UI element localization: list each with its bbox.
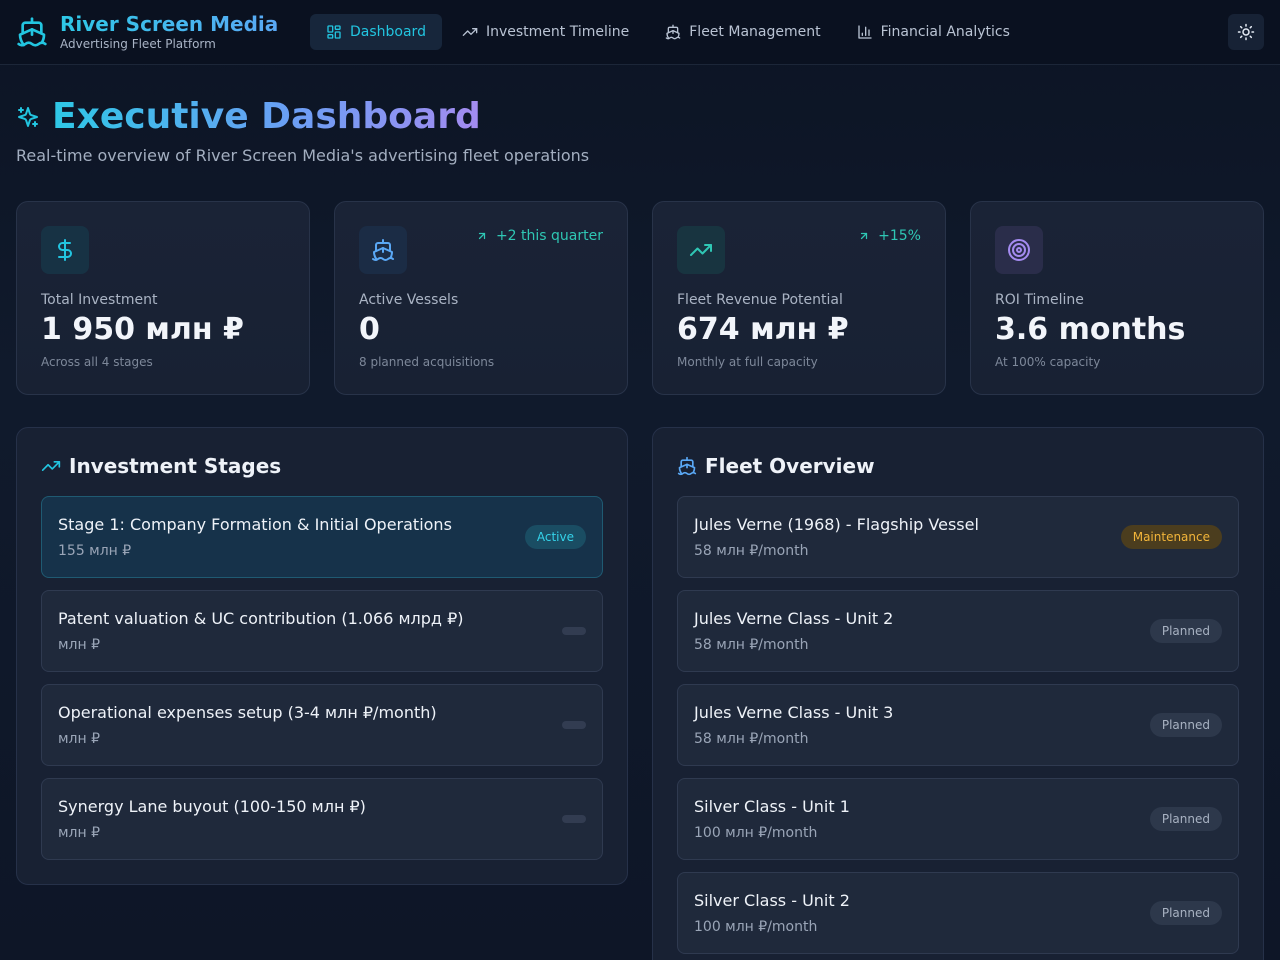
stat-value: 3.6 months [995,312,1186,347]
status-badge: Planned [1149,807,1222,831]
stage-amount: млн ₽ [58,731,101,747]
stage-row[interactable]: Operational expenses setup (3-4 млн ₽/mo… [41,684,603,766]
stage-row[interactable]: Stage 1: Company Formation & Initial Ope… [41,496,603,578]
arrow-up-right-icon [478,232,486,240]
vessel-revenue: 100 млн ₽/month [694,825,818,841]
stat-value: 0 [359,312,380,347]
vessel-row[interactable]: Silver Class - Unit 2 100 млн ₽/month Pl… [677,872,1239,954]
vessel-name: Silver Class - Unit 2 [694,891,850,910]
bar-chart-icon [857,25,872,39]
panel-title-text: Investment Stages [69,454,282,478]
stat-label: Active Vessels [359,292,459,308]
vessel-row[interactable]: Jules Verne Class - Unit 2 58 млн ₽/mont… [677,590,1239,672]
vessel-row[interactable]: Silver Class - Unit 1 100 млн ₽/month Pl… [677,778,1239,860]
status-badge [562,721,586,729]
panel-title: Investment Stages [41,454,281,478]
stage-amount: млн ₽ [58,825,101,841]
stat-trend: +2 this quarter [476,228,603,244]
trending-up-icon [677,226,725,274]
stat-label: ROI Timeline [995,292,1084,308]
nav-label: Financial Analytics [880,24,1010,40]
stat-value: 674 млн ₽ [677,312,849,347]
theme-toggle-button[interactable] [1228,14,1264,50]
nav-label: Investment Timeline [485,24,630,40]
page-header: Executive Dashboard Real-time overview o… [16,96,589,165]
layout-grid-icon [327,25,341,39]
stat-label: Fleet Revenue Potential [677,292,843,308]
ship-icon [16,15,48,49]
top-navigation-bar: River Screen Media Advertising Fleet Pla… [0,0,1280,65]
vessel-row[interactable]: Jules Verne Class - Unit 3 58 млн ₽/mont… [677,684,1239,766]
arrow-up-right-icon [861,232,868,240]
page-title: Executive Dashboard [52,96,481,137]
vessel-revenue: 100 млн ₽/month [694,919,818,935]
stat-note: Across all 4 stages [41,355,153,369]
brand-subtitle: Advertising Fleet Platform [60,37,216,51]
status-badge: Planned [1149,619,1222,643]
stat-trend: +15% [858,228,921,244]
nav-financial-analytics[interactable]: Financial Analytics [841,14,1026,50]
status-badge: Maintenance [1120,525,1222,549]
trending-up-icon [41,461,61,471]
status-badge: Planned [1149,901,1222,925]
stat-card-revenue-potential: +15% Fleet Revenue Potential 674 млн ₽ M… [652,201,946,395]
stat-note: Monthly at full capacity [677,355,818,369]
stat-card-active-vessels: +2 this quarter Active Vessels 0 8 plann… [334,201,628,395]
investment-stages-panel: Investment Stages Stage 1: Company Forma… [16,427,628,885]
stat-trend-text: +15% [878,228,921,244]
status-badge [562,815,586,823]
nav-label: Fleet Management [689,24,821,40]
dollar-icon [41,226,89,274]
trending-up-icon [462,27,478,36]
stat-trend-text: +2 this quarter [495,228,603,244]
stat-note: 8 planned acquisitions [359,355,495,369]
stage-amount: 155 млн ₽ [58,543,132,559]
stage-row[interactable]: Synergy Lane buyout (100-150 млн ₽) млн … [41,778,603,860]
target-icon [995,226,1043,274]
nav-dashboard[interactable]: Dashboard [310,14,442,50]
nav-label: Dashboard [350,24,426,40]
sparkles-icon [18,107,38,127]
page-subtitle: Real-time overview of River Screen Media… [16,146,590,165]
vessel-name: Silver Class - Unit 1 [694,797,850,816]
sun-icon [1237,23,1255,41]
vessel-revenue: 58 млн ₽/month [694,731,809,747]
stage-title: Patent valuation & UC contribution (1.06… [58,609,464,628]
vessel-revenue: 58 млн ₽/month [694,637,809,653]
ship-icon [665,24,681,40]
vessel-name: Jules Verne Class - Unit 3 [694,703,894,722]
stat-label: Total Investment [41,292,158,308]
status-badge [562,627,586,635]
nav-investment-timeline[interactable]: Investment Timeline [446,14,645,50]
panel-title-text: Fleet Overview [705,454,875,478]
stage-row[interactable]: Patent valuation & UC contribution (1.06… [41,590,603,672]
vessel-row[interactable]: Jules Verne (1968) - Flagship Vessel 58 … [677,496,1239,578]
vessel-name: Jules Verne (1968) - Flagship Vessel [694,515,979,534]
stat-card-total-investment: Total Investment 1 950 млн ₽ Across all … [16,201,310,395]
ship-icon [677,456,697,476]
status-badge: Active [524,525,586,549]
main-nav: Dashboard Investment Timeline Fleet Mana… [310,14,1030,50]
status-badge: Planned [1149,713,1222,737]
stat-note: At 100% capacity [995,355,1101,369]
ship-icon [359,226,407,274]
stage-title: Operational expenses setup (3-4 млн ₽/mo… [58,703,437,722]
brand[interactable]: River Screen Media Advertising Fleet Pla… [16,12,278,51]
stage-amount: млн ₽ [58,637,101,653]
brand-title: River Screen Media [60,12,279,36]
vessel-revenue: 58 млн ₽/month [694,543,809,559]
stat-card-roi-timeline: ROI Timeline 3.6 months At 100% capacity [970,201,1264,395]
fleet-overview-panel: Fleet Overview Jules Verne (1968) - Flag… [652,427,1264,960]
vessel-name: Jules Verne Class - Unit 2 [694,609,894,628]
stage-title: Stage 1: Company Formation & Initial Ope… [58,515,452,534]
stat-value: 1 950 млн ₽ [41,312,244,347]
stage-title: Synergy Lane buyout (100-150 млн ₽) [58,797,366,816]
panel-title: Fleet Overview [677,454,875,478]
nav-fleet-management[interactable]: Fleet Management [649,14,836,50]
